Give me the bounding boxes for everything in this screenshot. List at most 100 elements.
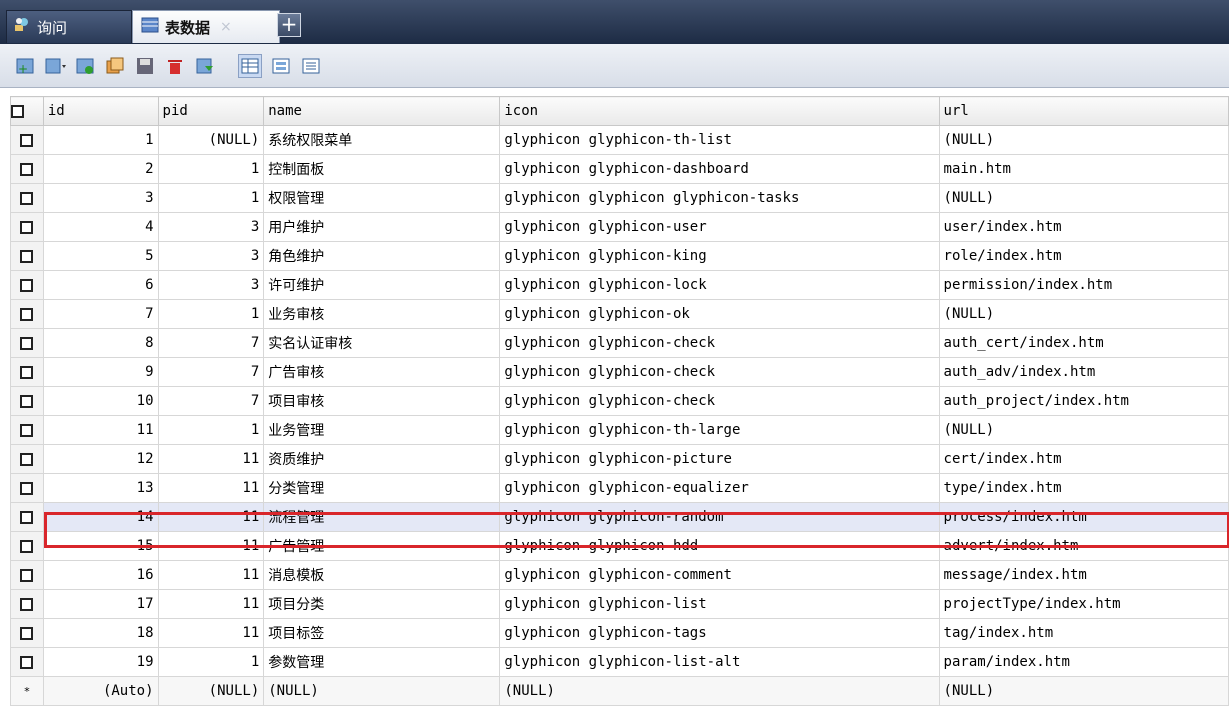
cell-pid[interactable]: 11 — [157, 560, 265, 590]
cell-url[interactable]: process/index.htm — [938, 502, 1229, 532]
close-icon[interactable]: × — [220, 19, 232, 35]
cell-icon[interactable]: glyphicon glyphicon-king — [499, 241, 940, 271]
column-header-url[interactable]: url — [938, 96, 1229, 126]
checkbox[interactable] — [20, 539, 34, 553]
cell-icon[interactable]: glyphicon glyphicon-hdd — [499, 531, 940, 561]
table-row[interactable]: 14 11 流程管理 glyphicon glyphicon-random proces… — [10, 502, 1229, 532]
cell-url[interactable]: projectType/index.htm — [938, 589, 1229, 619]
cell-url[interactable]: auth_project/index.htm — [938, 386, 1229, 416]
cell-icon[interactable]: glyphicon glyphicon-check — [499, 386, 940, 416]
row-checkbox[interactable] — [10, 386, 44, 416]
cell-url[interactable]: (NULL) — [938, 125, 1229, 155]
cell-name[interactable]: 广告管理 — [263, 531, 501, 561]
column-header-name[interactable]: name — [263, 96, 501, 126]
cell-pid[interactable]: 11 — [157, 531, 265, 561]
cell-pid[interactable]: 11 — [157, 473, 265, 503]
cell-url[interactable]: role/index.htm — [938, 241, 1229, 271]
cell-url[interactable]: type/index.htm — [938, 473, 1229, 503]
add-tab-button[interactable]: + — [277, 13, 301, 37]
checkbox[interactable] — [20, 510, 34, 524]
checkbox[interactable] — [20, 191, 34, 205]
cell-name[interactable]: 广告审核 — [263, 357, 501, 387]
cell-pid[interactable]: 7 — [157, 328, 265, 358]
checkbox[interactable] — [20, 307, 34, 321]
cell-url[interactable]: advert/index.htm — [938, 531, 1229, 561]
row-checkbox[interactable] — [10, 618, 44, 648]
cell-url[interactable]: (NULL) — [938, 415, 1229, 445]
checkbox[interactable] — [20, 336, 34, 350]
tab-query[interactable]: 询问 — [6, 10, 132, 43]
checkbox[interactable] — [20, 162, 34, 176]
cell-id[interactable]: 4 — [42, 212, 159, 242]
cell-name[interactable]: 资质维护 — [263, 444, 501, 474]
checkbox[interactable] — [20, 249, 34, 263]
checkbox[interactable] — [20, 394, 34, 408]
table-row[interactable]: 3 1 权限管理 glyphicon glyphicon glyphicon-task… — [10, 183, 1229, 213]
save-icon[interactable] — [134, 55, 156, 77]
cell-pid[interactable]: 11 — [157, 444, 265, 474]
cell-pid[interactable]: 1 — [157, 647, 265, 677]
cell-icon[interactable]: glyphicon glyphicon-th-large — [499, 415, 940, 445]
row-checkbox[interactable] — [10, 328, 44, 358]
cell-url[interactable]: permission/index.htm — [938, 270, 1229, 300]
checkbox[interactable] — [20, 452, 34, 466]
row-checkbox[interactable] — [10, 647, 44, 677]
cell-pid[interactable]: 11 — [157, 589, 265, 619]
cell-pid[interactable]: 11 — [157, 618, 265, 648]
cell-icon[interactable]: glyphicon glyphicon-lock — [499, 270, 940, 300]
table-row[interactable]: 9 7 广告审核 glyphicon glyphicon-check auth_adv/… — [10, 357, 1229, 387]
cell-id[interactable]: 9 — [42, 357, 159, 387]
cell-id[interactable]: 5 — [42, 241, 159, 271]
column-header-id[interactable]: id — [42, 96, 159, 126]
cell-id[interactable]: 19 — [42, 647, 159, 677]
cell-pid[interactable]: 3 — [157, 212, 265, 242]
cell-icon[interactable]: glyphicon glyphicon-picture — [499, 444, 940, 474]
delete-icon[interactable] — [164, 55, 186, 77]
cell-url[interactable]: tag/index.htm — [938, 618, 1229, 648]
cell-pid[interactable]: (NULL) — [157, 676, 265, 706]
table-row[interactable]: 13 11 分类管理 glyphicon glyphicon-equalizer typ… — [10, 473, 1229, 503]
cell-icon[interactable]: glyphicon glyphicon-list — [499, 589, 940, 619]
cell-pid[interactable]: 3 — [157, 270, 265, 300]
cell-id[interactable]: (Auto) — [42, 676, 159, 706]
new-record-icon[interactable] — [74, 55, 96, 77]
cell-url[interactable]: cert/index.htm — [938, 444, 1229, 474]
cell-name[interactable]: 消息模板 — [263, 560, 501, 590]
cell-pid[interactable]: 7 — [157, 357, 265, 387]
cell-pid[interactable]: 11 — [157, 502, 265, 532]
column-header-pid[interactable]: pid — [157, 96, 265, 126]
checkbox[interactable] — [20, 133, 34, 147]
cell-id[interactable]: 15 — [42, 531, 159, 561]
row-checkbox[interactable] — [10, 502, 44, 532]
cell-id[interactable]: 3 — [42, 183, 159, 213]
row-checkbox[interactable] — [10, 589, 44, 619]
cell-icon[interactable]: glyphicon glyphicon-check — [499, 328, 940, 358]
row-checkbox[interactable] — [10, 154, 44, 184]
checkbox[interactable] — [20, 365, 34, 379]
cell-url[interactable]: param/index.htm — [938, 647, 1229, 677]
table-row[interactable]: 4 3 用户维护 glyphicon glyphicon-user user/index… — [10, 212, 1229, 242]
cell-id[interactable]: 18 — [42, 618, 159, 648]
cell-name[interactable]: 控制面板 — [263, 154, 501, 184]
cell-name[interactable]: 项目分类 — [263, 589, 501, 619]
row-checkbox[interactable] — [10, 560, 44, 590]
checkbox[interactable] — [20, 626, 34, 640]
cell-id[interactable]: 16 — [42, 560, 159, 590]
cell-name[interactable]: 用户维护 — [263, 212, 501, 242]
checkbox[interactable] — [20, 655, 34, 669]
cell-name[interactable]: 业务审核 — [263, 299, 501, 329]
cell-id[interactable]: 13 — [42, 473, 159, 503]
table-row[interactable]: 18 11 项目标签 glyphicon glyphicon-tags tag/inde… — [10, 618, 1229, 648]
cell-id[interactable]: 2 — [42, 154, 159, 184]
cell-url[interactable]: auth_adv/index.htm — [938, 357, 1229, 387]
column-header-icon[interactable]: icon — [499, 96, 940, 126]
table-row[interactable]: 2 1 控制面板 glyphicon glyphicon-dashboard main.… — [10, 154, 1229, 184]
cell-name[interactable]: 参数管理 — [263, 647, 501, 677]
cell-url[interactable]: message/index.htm — [938, 560, 1229, 590]
cell-pid[interactable]: 3 — [157, 241, 265, 271]
table-row[interactable]: 19 1 参数管理 glyphicon glyphicon-list-alt param… — [10, 647, 1229, 677]
cell-icon[interactable]: glyphicon glyphicon-th-list — [499, 125, 940, 155]
row-checkbox[interactable] — [10, 183, 44, 213]
row-checkbox[interactable] — [10, 415, 44, 445]
table-row[interactable]: 11 1 业务管理 glyphicon glyphicon-th-large (NULL… — [10, 415, 1229, 445]
